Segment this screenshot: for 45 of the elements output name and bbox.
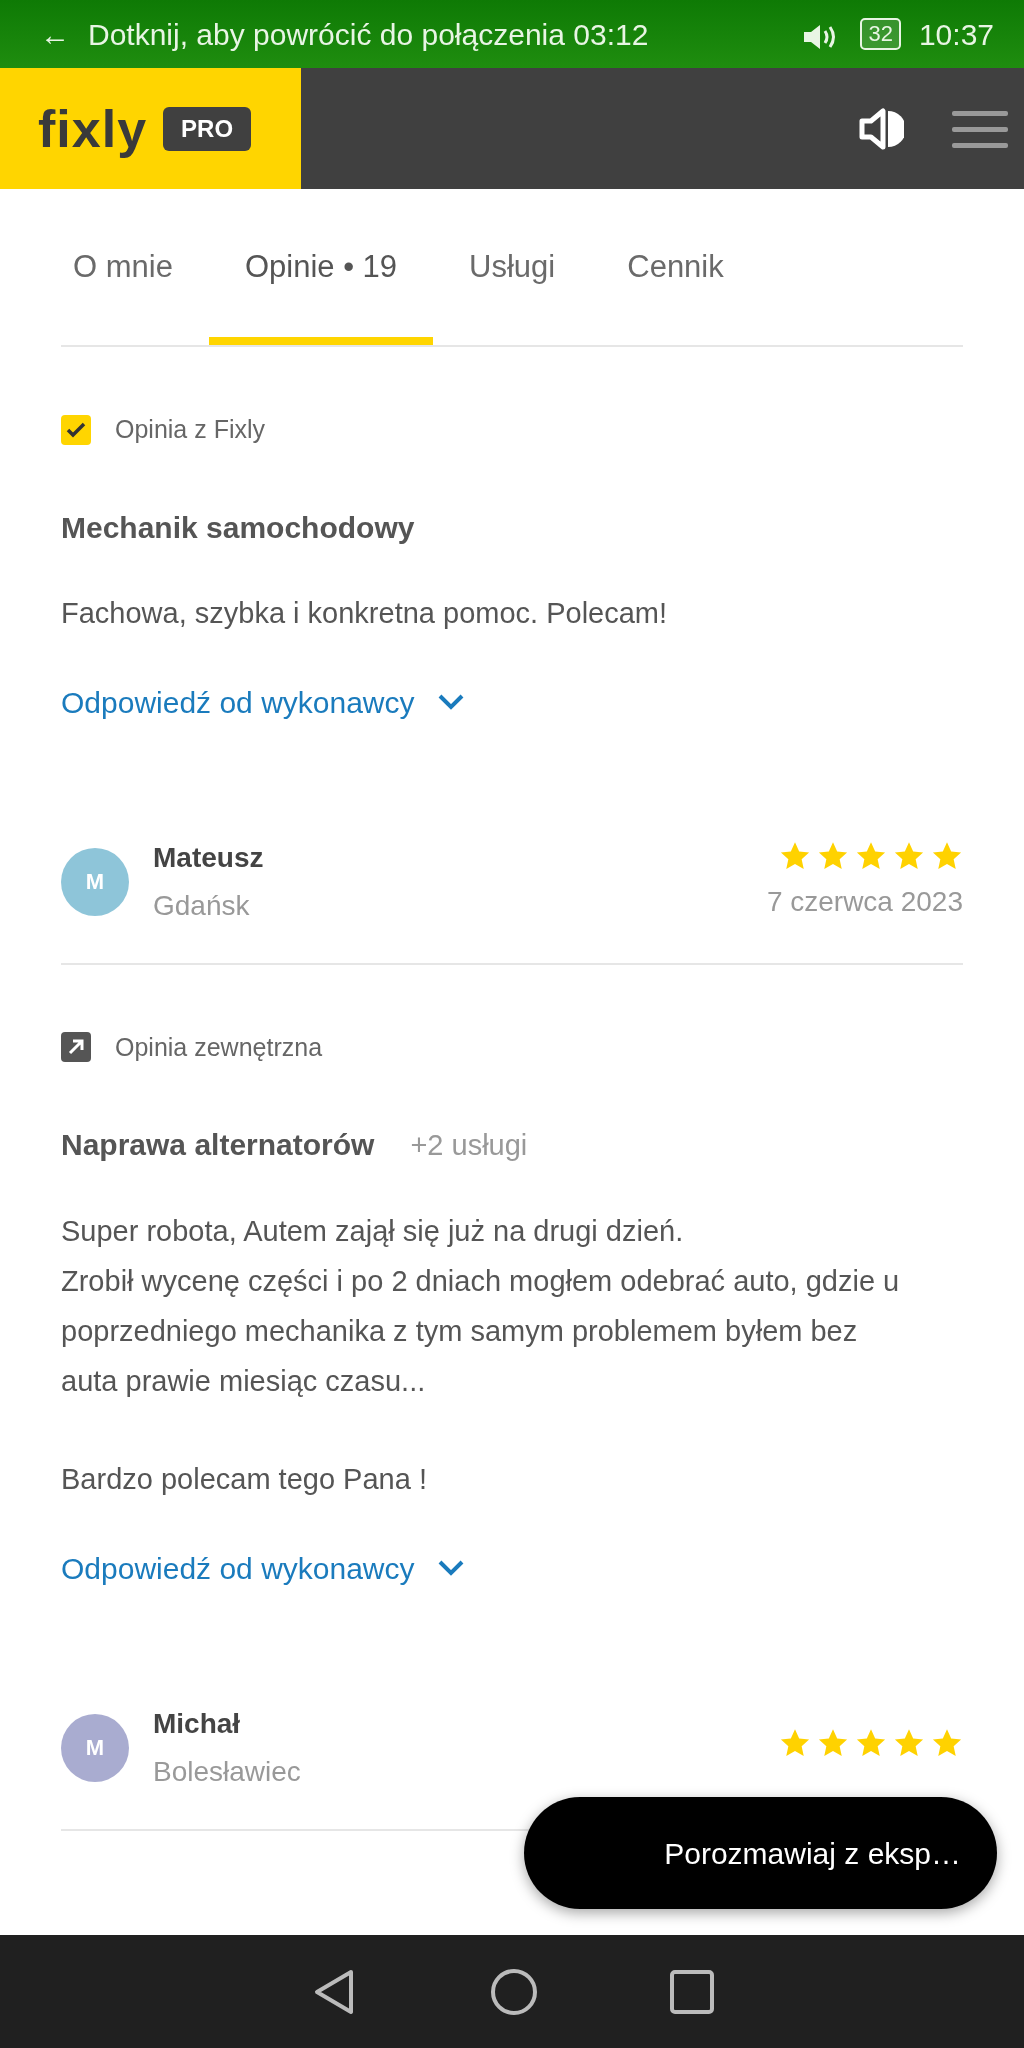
star-icon [931,1727,963,1758]
review-text: Super robota, Autem zajął się już na drugi dzień. Zrobił wycenę części i po 2 dniach mogłem odebrać auto, gdzie u poprzedniego mechanika z tym samym problemem byłem bez auta prawie miesiąc czasu... [61,1213,901,1399]
check-icon [61,414,91,445]
clock-time: 10:37 [918,16,994,53]
star-icon [817,1727,849,1758]
star-icon [817,840,849,871]
review-text: Bardzo polecam tego Pana ! [61,1461,428,1497]
avatar: M [61,847,129,916]
star-icon [855,1727,887,1758]
pro-badge: PRO [163,106,252,151]
reviewer-name: Mateusz [153,840,265,875]
star-icon [779,840,811,871]
chevron-down-icon [436,693,465,711]
tab[interactable]: Opinie • 19 [208,189,434,345]
avatar: M [61,1713,129,1782]
star-icon [855,840,887,871]
tab[interactable]: Cennik [591,189,760,345]
extra-services: +2 usługi [410,1128,528,1163]
reviewer-city: Gdańsk [153,888,251,923]
menu-icon[interactable] [952,108,1008,149]
review-source: Opinia zewnętrzna [115,1031,323,1063]
star-icon [893,1727,925,1758]
reviewer-city: Bolesławiec [153,1754,302,1789]
star-icon [779,1727,811,1758]
review-text: Fachowa, szybka i konkretna pomoc. Polecam! [61,595,669,631]
logo[interactable]: fixly [38,89,148,168]
battery-indicator: 32 [860,18,901,50]
back-arrow[interactable]: ← [40,11,70,57]
star-icon [931,840,963,871]
tab[interactable]: O mnie [37,189,209,345]
reviewer-name: Michał [153,1706,242,1741]
review-source: Opinia z Fixly [115,414,266,445]
contractor-reply-link[interactable]: Odpowiedź od wykonawcy [61,1545,465,1591]
star-icon [893,840,925,871]
home-icon[interactable] [489,1966,539,2017]
recent-apps-icon[interactable] [669,1968,715,2015]
review-date: 7 czerwca 2023 [766,884,963,919]
review-title: Naprawa alternatorów [61,1127,375,1163]
review-title: Mechanik samochodowy [61,509,415,546]
chevron-down-icon [436,1559,465,1577]
contractor-reply-link[interactable]: Odpowiedź od wykonawcy [61,679,465,725]
call-return-message[interactable]: Dotknij, aby powrócić do połączenia 03:12 [88,11,785,57]
tab[interactable]: Usługi [433,189,592,345]
chat-button[interactable]: Porozmawiaj z eksp… [524,1797,997,1909]
speaker-icon[interactable] [858,106,904,151]
